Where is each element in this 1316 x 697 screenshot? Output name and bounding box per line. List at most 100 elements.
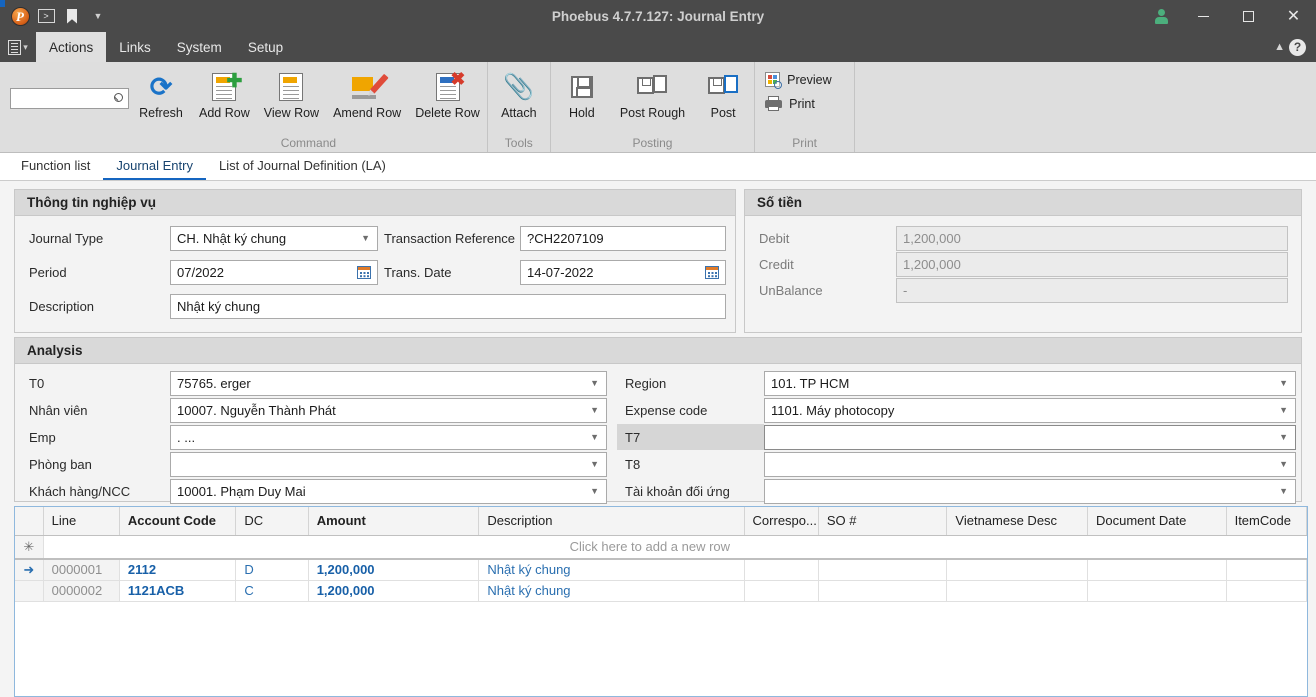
cell-amount[interactable]: 1,200,000 [308, 580, 480, 602]
hold-label: Hold [568, 106, 595, 120]
tab-journal-entry[interactable]: Journal Entry [103, 153, 206, 180]
cell-dc[interactable]: D [235, 559, 309, 581]
col-so[interactable]: SO # [818, 507, 948, 536]
t7-combo[interactable]: ▼ [764, 424, 1296, 450]
post-rough-label: Post Rough [619, 106, 686, 120]
hold-button[interactable]: Hold [551, 68, 613, 120]
tab-list-of-journal-definition[interactable]: List of Journal Definition (LA) [206, 153, 399, 180]
bookmark-icon [67, 8, 77, 24]
col-description[interactable]: Description [478, 507, 745, 536]
t0-combo[interactable]: 75765. erger ▼ [170, 370, 607, 396]
col-dc[interactable]: DC [235, 507, 309, 536]
help-icon[interactable]: ? [1289, 38, 1306, 56]
post-label: Post [710, 106, 736, 120]
qat-overflow-button[interactable]: ▼ [85, 3, 111, 29]
ribbon-group-posting: Hold Post Rough Post Posting [551, 62, 756, 152]
cell-description[interactable]: Nhật ký chung [478, 559, 745, 581]
transaction-reference-input[interactable]: ?CH2207109 [520, 225, 726, 251]
description-input[interactable]: Nhật ký chung [170, 293, 726, 319]
chevron-down-icon: ▼ [590, 485, 599, 496]
tab-function-list[interactable]: Function list [8, 153, 103, 180]
cell-account-code[interactable]: 1121ACB [119, 580, 237, 602]
t8-combo[interactable]: ▼ [764, 451, 1296, 477]
post-rough-button[interactable]: Post Rough [613, 68, 692, 120]
col-line[interactable]: Line [43, 507, 120, 536]
cell-so[interactable] [818, 559, 948, 581]
cell-so[interactable] [818, 580, 948, 602]
content-area: Thông tin nghiệp vụ Journal Type CH. Nhậ… [0, 181, 1316, 697]
maximize-button[interactable] [1226, 0, 1271, 32]
cell-document-date[interactable] [1087, 559, 1227, 581]
phoebus-logo-button[interactable]: P [7, 3, 33, 29]
minimize-button[interactable] [1181, 0, 1226, 32]
preview-button[interactable]: Preview [755, 70, 841, 89]
col-account-code[interactable]: Account Code [119, 507, 237, 536]
col-itemcode[interactable]: ItemCode [1226, 507, 1308, 536]
journal-lines-grid[interactable]: Line Account Code DC Amount Description … [14, 506, 1308, 697]
journal-type-combo[interactable]: CH. Nhật ký chung ▼ [170, 225, 378, 251]
col-corresponding[interactable]: Correspo... [744, 507, 819, 536]
close-button[interactable]: ✕ [1271, 0, 1316, 32]
amend-row-label: Amend Row [333, 106, 402, 120]
amend-row-button[interactable]: Amend Row [326, 68, 408, 120]
attach-button[interactable]: 📎 Attach [488, 68, 550, 120]
cell-vietnamese-desc[interactable] [946, 580, 1088, 602]
delete-row-button[interactable]: ✖ Delete Row [408, 68, 487, 120]
description-value: Nhật ký chung [177, 298, 261, 314]
cell-itemcode[interactable] [1226, 580, 1308, 602]
cell-line[interactable]: 0000001 [43, 559, 120, 581]
period-input[interactable]: 07/2022 [170, 259, 378, 285]
collapse-ribbon-button[interactable]: ▲ [1274, 41, 1285, 53]
chevron-down-icon: ▼ [1279, 377, 1288, 388]
tai-khoan-doi-ung-combo[interactable]: ▼ [764, 478, 1296, 504]
chevron-down-icon: ▼ [590, 404, 599, 415]
menu-item-system[interactable]: System [164, 32, 235, 62]
user-account-button[interactable] [1141, 8, 1181, 24]
emp-combo[interactable]: . ... ▼ [170, 424, 607, 450]
bookmark-button[interactable] [59, 3, 85, 29]
calendar-icon[interactable] [357, 265, 371, 279]
table-row[interactable]: 0000002 1121ACB C 1,200,000 Nhật ký chun… [15, 580, 1308, 602]
cell-dc[interactable]: C [235, 580, 309, 602]
search-input[interactable] [15, 90, 112, 107]
cell-vietnamese-desc[interactable] [946, 559, 1088, 581]
label-expense-code: Expense code [625, 402, 708, 418]
phong-ban-combo[interactable]: ▼ [170, 451, 607, 477]
console-button[interactable]: > [33, 3, 59, 29]
menu-item-actions[interactable]: Actions [36, 32, 107, 62]
cell-itemcode[interactable] [1226, 559, 1308, 581]
cell-account-code[interactable]: 2112 [119, 559, 237, 581]
col-amount[interactable]: Amount [308, 507, 480, 536]
print-button[interactable]: Print [755, 94, 825, 113]
nhan-vien-combo[interactable]: 10007. Nguyễn Thành Phát ▼ [170, 397, 607, 423]
cell-amount[interactable]: 1,200,000 [308, 559, 480, 581]
col-vietnamese-desc[interactable]: Vietnamese Desc [946, 507, 1088, 536]
cell-corresponding[interactable] [744, 559, 819, 581]
cell-corresponding[interactable] [744, 580, 819, 602]
menu-item-links[interactable]: Links [106, 32, 164, 62]
label-period: Period [29, 264, 67, 280]
unbalance-value: - [903, 282, 908, 298]
region-combo[interactable]: 101. TP HCM ▼ [764, 370, 1296, 396]
add-row-button[interactable]: ✚ Add Row [192, 68, 257, 120]
emp-value: . ... [177, 429, 196, 445]
col-rowindicator[interactable] [15, 507, 44, 536]
cell-line[interactable]: 0000002 [43, 580, 120, 602]
cell-description[interactable]: Nhật ký chung [478, 580, 745, 602]
menu-item-setup[interactable]: Setup [235, 32, 296, 62]
table-row[interactable]: ➜ 0000001 2112 D 1,200,000 Nhật ký chung [15, 559, 1308, 581]
view-row-button[interactable]: View Row [257, 68, 326, 120]
refresh-button[interactable]: ⟳ Refresh [130, 68, 192, 120]
post-button[interactable]: Post [692, 68, 754, 120]
grid-new-row[interactable]: ✳ Click here to add a new row [15, 535, 1307, 560]
new-row-hint-cell[interactable]: Click here to add a new row [43, 535, 745, 560]
app-menu-button[interactable]: ▾ [0, 32, 36, 62]
calendar-icon[interactable] [705, 265, 719, 279]
new-row-empty-cell[interactable] [744, 535, 1307, 560]
khach-hang-ncc-combo[interactable]: 10001. Phạm Duy Mai ▼ [170, 478, 607, 504]
col-document-date[interactable]: Document Date [1087, 507, 1227, 536]
expense-code-combo[interactable]: 1101. Máy photocopy ▼ [764, 397, 1296, 423]
cell-document-date[interactable] [1087, 580, 1227, 602]
search-box[interactable] [10, 88, 129, 109]
trans-date-input[interactable]: 14-07-2022 [520, 259, 726, 285]
